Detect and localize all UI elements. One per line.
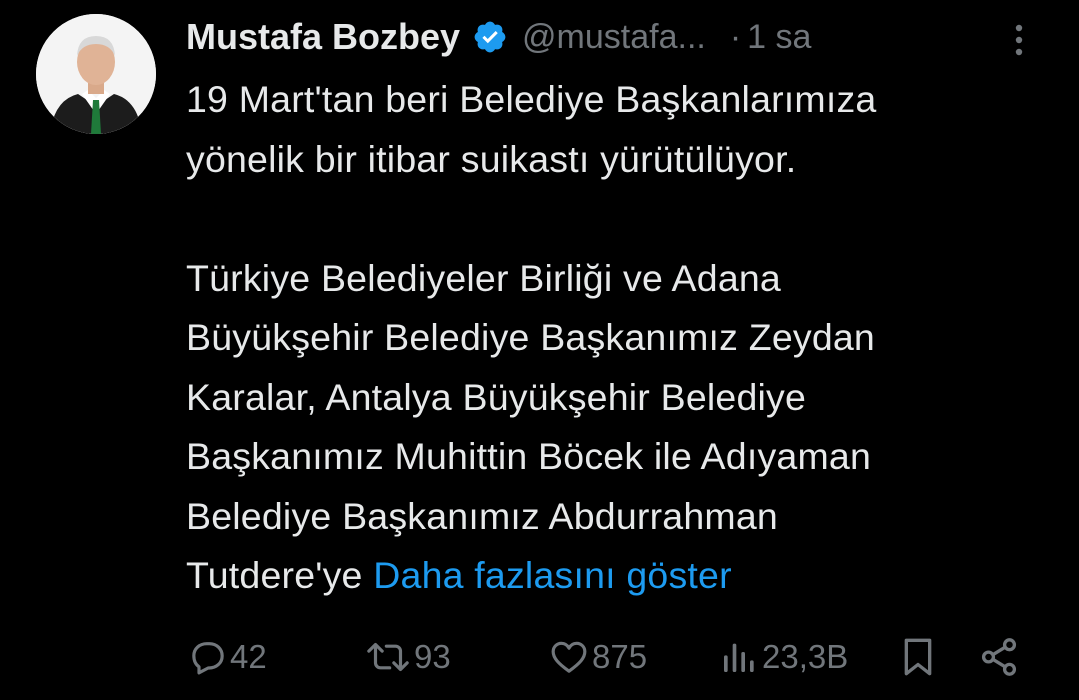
author-name[interactable]: Mustafa Bozbey bbox=[186, 16, 460, 58]
views-icon bbox=[724, 643, 754, 672]
tweet-text-line: 19 Mart'tan beri Belediye Başkanlarımıza bbox=[186, 78, 877, 120]
avatar[interactable] bbox=[36, 14, 156, 134]
more-vertical-icon bbox=[1015, 24, 1023, 56]
repost-button[interactable]: 93 bbox=[364, 632, 451, 682]
tweet-text: 19 Mart'tan beri Belediye Başkanlarımıza… bbox=[186, 70, 1056, 606]
reply-button[interactable]: 42 bbox=[188, 632, 267, 682]
like-count: 875 bbox=[592, 638, 648, 675]
show-more-link[interactable]: Daha fazlasını göster bbox=[373, 554, 732, 596]
tweet-text-line: Büyükşehir Belediye Başkanımız Zeydan bbox=[186, 316, 875, 358]
avatar-image bbox=[36, 14, 156, 134]
tweet-text-line: Karalar, Antalya Büyükşehir Belediye bbox=[186, 375, 807, 418]
bookmark-button[interactable] bbox=[898, 632, 938, 682]
share-button[interactable] bbox=[978, 632, 1020, 682]
repost-icon bbox=[367, 642, 409, 672]
share-icon bbox=[981, 638, 1017, 676]
reply-icon bbox=[192, 642, 224, 675]
tweet-text-line: Tutdere'ye bbox=[186, 554, 363, 596]
timestamp[interactable]: 1 sa bbox=[747, 18, 811, 57]
reply-count: 42 bbox=[230, 638, 267, 675]
tweet-header: Mustafa Bozbey @mustafa... · 1 sa bbox=[186, 12, 1056, 62]
tweet-text-line: yönelik bir itibar suikastı yürütülüyor. bbox=[186, 137, 797, 180]
like-button[interactable]: 875 bbox=[548, 632, 647, 682]
tweet-text-line: Başkanımız Muhittin Böcek ile Adıyaman bbox=[186, 435, 871, 477]
tweet-text-line: Belediye Başkanımız Abdurrahman bbox=[186, 494, 778, 537]
separator-dot: · bbox=[729, 17, 742, 56]
repost-count: 93 bbox=[414, 638, 451, 675]
more-options-button[interactable] bbox=[1004, 20, 1034, 60]
bookmark-icon bbox=[904, 638, 932, 676]
tweet-text-last-line: Tutdere'ye Daha fazlasını göster bbox=[186, 546, 1056, 606]
views-button[interactable]: 23,3B bbox=[718, 632, 848, 682]
tweet-text-line: Türkiye Belediyeler Birliği ve Adana bbox=[186, 256, 781, 299]
author-handle[interactable]: @mustafa... bbox=[522, 18, 706, 57]
heart-icon bbox=[551, 641, 587, 673]
views-count: 23,3B bbox=[762, 638, 849, 675]
action-bar: 42 93 875 23,3B bbox=[186, 632, 1026, 682]
verified-badge-icon bbox=[472, 19, 508, 55]
